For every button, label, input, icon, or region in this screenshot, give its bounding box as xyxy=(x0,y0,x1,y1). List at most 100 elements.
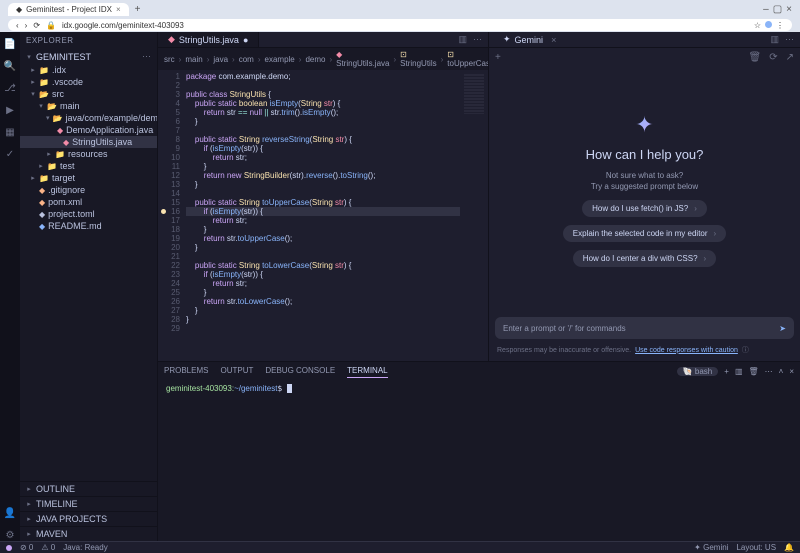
refresh-icon[interactable]: ⟳ xyxy=(769,52,777,63)
debug-icon[interactable]: ▶ xyxy=(4,104,16,116)
suggested-prompt[interactable]: How do I use fetch() in JS?› xyxy=(582,200,707,217)
editor-tab[interactable]: ◆ StringUtils.java ● xyxy=(158,32,259,47)
trash-icon[interactable]: 🗑 xyxy=(749,52,762,63)
gemini-status[interactable]: ✦ Gemini xyxy=(694,543,728,552)
gear-icon[interactable]: ⚙ xyxy=(4,529,16,541)
tree-node[interactable]: ▸📁.vscode xyxy=(20,76,157,88)
more-icon[interactable]: ⋯ xyxy=(142,51,151,62)
shell-pill[interactable]: 🐚 bash xyxy=(677,367,719,376)
nav-back-icon[interactable]: ‹ xyxy=(16,21,19,30)
tree-node[interactable]: ▸📁resources xyxy=(20,148,157,160)
tree-node[interactable]: ◆DemoApplication.java xyxy=(20,124,157,136)
warnings-icon[interactable]: ⊘ 0 xyxy=(20,543,33,552)
split-terminal-icon[interactable]: ▥ xyxy=(735,367,743,376)
close-panel-icon[interactable]: × xyxy=(789,367,794,376)
maven-section[interactable]: ▸MAVEN xyxy=(20,526,157,541)
files-icon[interactable]: 📄 xyxy=(4,38,16,50)
gemini-input[interactable]: Enter a prompt or '/' for commands ➤ xyxy=(495,317,794,339)
breadcrumb-item[interactable]: ◆ StringUtils.java xyxy=(336,50,389,68)
tree-node[interactable]: ◆project.toml xyxy=(20,208,157,220)
tree-node[interactable]: ▾📂src xyxy=(20,88,157,100)
new-chat-icon[interactable]: + xyxy=(495,52,501,63)
breadcrumb[interactable]: src›main›java›com›example›demo›◆ StringU… xyxy=(158,48,488,70)
more-icon[interactable]: ⋯ xyxy=(785,34,794,45)
chevron-icon: ▾ xyxy=(38,102,44,110)
reload-icon[interactable]: ⟳ xyxy=(33,21,40,30)
timeline-section[interactable]: ▸TIMELINE xyxy=(20,496,157,511)
close-tab-icon[interactable]: × xyxy=(116,5,121,14)
more-icon[interactable]: ⋯ xyxy=(473,34,482,45)
breadcrumb-item[interactable]: java xyxy=(213,55,228,64)
breadcrumb-item[interactable]: demo xyxy=(305,55,325,64)
nav-forward-icon[interactable]: › xyxy=(25,21,28,30)
split-icon[interactable]: ▥ xyxy=(770,34,779,45)
tree-node[interactable]: ◆StringUtils.java xyxy=(20,136,157,148)
more-icon[interactable]: ⋯ xyxy=(765,367,773,376)
panel-tab[interactable]: OUTPUT xyxy=(220,364,253,378)
java-projects-section[interactable]: ▸JAVA PROJECTS xyxy=(20,511,157,526)
new-terminal-icon[interactable]: + xyxy=(724,367,729,376)
tree-node[interactable]: ▸📁target xyxy=(20,172,157,184)
file-icon: ◆ xyxy=(39,210,45,219)
browser-tab[interactable]: ◆ Geminitest - Project IDX × xyxy=(8,3,129,16)
node-label: pom.xml xyxy=(48,197,82,207)
window-minimize-icon[interactable]: – xyxy=(763,4,769,15)
bell-icon[interactable]: 🔔 xyxy=(784,543,794,552)
tab-favicon: ◆ xyxy=(16,5,22,14)
panel-tab[interactable]: DEBUG CONSOLE xyxy=(265,364,335,378)
errors-icon[interactable]: ⚠ 0 xyxy=(41,543,55,552)
extensions-icon[interactable]: ▦ xyxy=(4,126,16,138)
close-icon[interactable]: × xyxy=(551,35,556,45)
panel-tab[interactable]: PROBLEMS xyxy=(164,364,208,378)
tree-node[interactable]: ▸📁test xyxy=(20,160,157,172)
caution-link[interactable]: Use code responses with caution xyxy=(635,347,738,354)
trash-icon[interactable]: 🗑 xyxy=(749,367,759,376)
tab-title: Geminitest - Project IDX xyxy=(26,5,112,14)
breadcrumb-item[interactable]: ⊡ StringUtils xyxy=(400,50,436,68)
bottom-panel: PROBLEMS OUTPUT DEBUG CONSOLE TERMINAL 🐚 ba… xyxy=(158,361,800,541)
tree-node[interactable]: ▾📂main xyxy=(20,100,157,112)
remote-indicator-icon[interactable] xyxy=(6,545,12,551)
gemini-tab[interactable]: ✦ Gemini × xyxy=(495,34,564,45)
tree-node[interactable]: ◆.gitignore xyxy=(20,184,157,196)
suggested-prompt[interactable]: How do I center a div with CSS?› xyxy=(573,250,716,267)
send-icon[interactable]: ➤ xyxy=(779,324,786,333)
window-close-icon[interactable]: × xyxy=(786,4,792,15)
editor-group: ◆ StringUtils.java ● ▥ ⋯ src›main›java›c… xyxy=(158,32,800,541)
terminal[interactable]: geminitest-403093:~/geminitest$ xyxy=(158,380,800,541)
code-editor[interactable]: 1234567891011121314151617181920212223242… xyxy=(158,70,488,361)
search-icon[interactable]: 🔍 xyxy=(4,60,16,72)
breadcrumb-item[interactable]: com xyxy=(239,55,254,64)
layout-status[interactable]: Layout: US xyxy=(736,543,776,552)
tree-node[interactable]: ◆pom.xml xyxy=(20,196,157,208)
tree-node[interactable]: ▾📂java/com/example/demo xyxy=(20,112,157,124)
outline-section[interactable]: ▸OUTLINE xyxy=(20,481,157,496)
new-tab-button[interactable]: + xyxy=(135,4,141,15)
breadcrumb-item[interactable]: src xyxy=(164,55,175,64)
chevron-up-icon[interactable]: ˄ xyxy=(779,367,784,376)
breadcrumb-item[interactable]: main xyxy=(185,55,202,64)
info-icon[interactable]: ⓘ xyxy=(742,345,749,355)
split-editor-icon[interactable]: ▥ xyxy=(458,34,467,45)
java-status[interactable]: Java: Ready xyxy=(63,543,107,552)
kebab-icon[interactable]: ⋮ xyxy=(776,21,784,30)
test-icon[interactable]: ✓ xyxy=(4,148,16,160)
file-icon: 📂 xyxy=(47,102,57,111)
minimap[interactable] xyxy=(460,70,488,361)
profile-avatar[interactable] xyxy=(765,21,772,28)
address-bar[interactable]: ‹ › ⟳ 🔒 idx.google.com/geminitext-403093… xyxy=(8,19,792,31)
window-maximize-icon[interactable]: ▢ xyxy=(773,4,782,15)
popout-icon[interactable]: ↗ xyxy=(786,52,794,63)
panel-tab[interactable]: TERMINAL xyxy=(347,364,387,378)
tree-node[interactable]: ▸📁.idx xyxy=(20,64,157,76)
star-icon[interactable]: ☆ xyxy=(754,21,761,30)
file-icon: ◆ xyxy=(39,198,45,207)
breadcrumb-item[interactable]: example xyxy=(265,55,295,64)
code-content[interactable]: package com.example.demo; public class S… xyxy=(186,70,460,361)
file-icon: ◆ xyxy=(63,138,69,147)
account-icon[interactable]: 👤 xyxy=(4,507,16,519)
source-control-icon[interactable]: ⎇ xyxy=(4,82,16,94)
tree-node[interactable]: ◆README.md xyxy=(20,220,157,232)
suggested-prompt[interactable]: Explain the selected code in my editor› xyxy=(563,225,726,242)
project-name[interactable]: ▾ GEMINITEST ⋯ xyxy=(20,49,157,64)
